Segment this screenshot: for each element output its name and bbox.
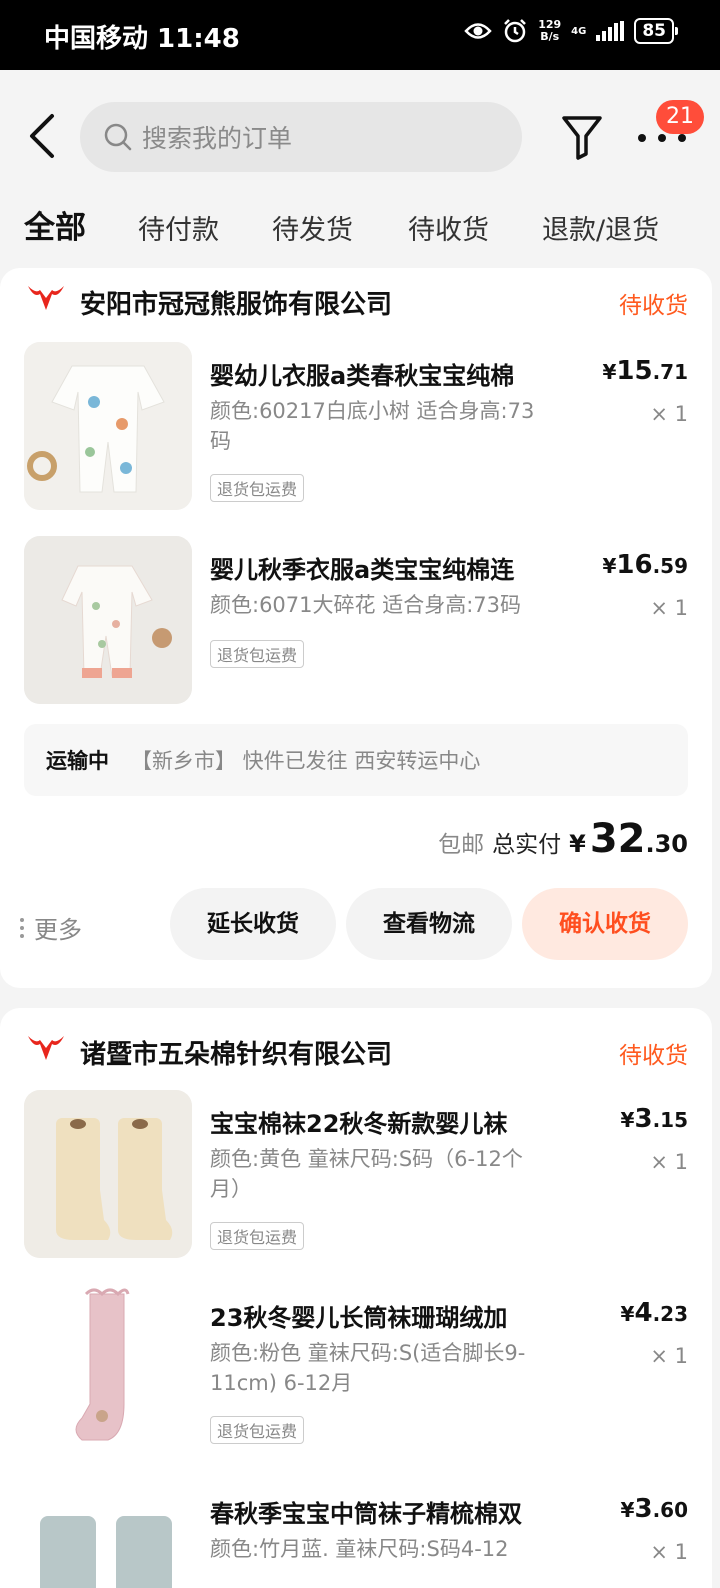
order-status: 待收货 (619, 1043, 688, 1069)
search-placeholder: 搜索我的订单 (142, 124, 293, 153)
battery-icon: 85 (634, 18, 678, 44)
carrier-time: 中国移动 11:48 (44, 24, 240, 54)
order-item[interactable]: 婴幼儿衣服a类春秋宝宝纯棉 颜色:60217白底小树 适合身高:73码 退货包运… (0, 342, 712, 522)
order-total: 包邮 总实付 ¥ 32 .30 (438, 816, 688, 862)
price-symbol: ¥ (602, 554, 617, 578)
price-dec: .15 (652, 1108, 688, 1132)
extend-receipt-button[interactable]: 延长收货 (170, 888, 336, 960)
return-shipping-tag: 退货包运费 (210, 1416, 305, 1444)
logistics-status: 运输中 (46, 749, 109, 773)
price-int: 3 (634, 1494, 653, 1524)
product-image[interactable] (24, 1480, 192, 1588)
product-spec: 颜色:60217白底小树 适合身高:73码 (210, 399, 535, 453)
order-item[interactable]: 婴儿秋季衣服a类宝宝纯棉连 颜色:6071大碎花 适合身高:73码 退货包运费 … (0, 536, 712, 716)
return-shipping-tag: 退货包运费 (210, 640, 305, 668)
product-title: 春秋季宝宝中筒袜子精梳棉双 (210, 1500, 522, 1528)
product-title: 婴儿秋季衣服a类宝宝纯棉连 (210, 556, 515, 584)
header: 搜索我的订单 21 全部 待付款 待发货 待收货 退款/退货 (0, 70, 720, 270)
return-shipping-tag: 退货包运费 (210, 474, 305, 502)
shop-name[interactable]: 诸暨市五朵棉针织有限公司 (80, 1034, 392, 1071)
product-price: ¥4.23 (621, 1298, 688, 1328)
logistics-info[interactable]: 运输中 【新乡市】 快件已发往 西安转运中心 (24, 724, 688, 796)
product-price: ¥16.59 (602, 550, 688, 580)
total-int: 32 (589, 816, 646, 862)
total-symbol: ¥ (569, 830, 586, 858)
price-dec: .71 (652, 360, 688, 384)
view-logistics-button[interactable]: 查看物流 (346, 888, 512, 960)
product-title: 婴幼儿衣服a类春秋宝宝纯棉 (210, 362, 515, 390)
shop-logo-icon (28, 1036, 64, 1060)
total-label: 总实付 (492, 832, 562, 858)
status-bar: 中国移动 11:48 129 B/s 4G 85 (0, 0, 720, 70)
product-spec: 颜色:6071大碎花 适合身高:73码 (210, 593, 521, 617)
product-price: ¥15.71 (602, 356, 688, 386)
product-spec: 颜色:粉色 童袜尺码:S(适合脚长9-11cm) 6-12月 (210, 1341, 526, 1395)
tab-pending-shipment[interactable]: 待发货 (272, 208, 353, 247)
network-type: 4G (571, 25, 587, 37)
tab-pending-receipt[interactable]: 待收货 (408, 208, 489, 247)
order-actions: 更多 延长收货 查看物流 确认收货 (0, 888, 712, 962)
vertical-dots-icon (20, 917, 24, 938)
net-speed: 129 B/s (538, 19, 561, 43)
product-price: ¥3.60 (621, 1494, 688, 1524)
order-card[interactable]: 诸暨市五朵棉针织有限公司 待收货 宝宝棉袜22秋冬新款婴儿袜 颜色:黄色 童袜尺… (0, 1008, 712, 1588)
price-dec: .59 (652, 554, 688, 578)
signal-bars-icon (596, 21, 625, 41)
product-title: 23秋冬婴儿长筒袜珊瑚绒加 (210, 1304, 508, 1332)
product-qty: × 1 (650, 1344, 688, 1368)
status-icons: 129 B/s 4G 85 (464, 18, 678, 44)
product-spec: 颜色:竹月蓝. 童袜尺码:S码4-12 (210, 1537, 509, 1561)
order-item[interactable]: 春秋季宝宝中筒袜子精梳棉双 颜色:竹月蓝. 童袜尺码:S码4-12 ¥3.60 … (0, 1480, 712, 1588)
search-icon (104, 123, 132, 151)
eye-icon (464, 23, 492, 39)
price-int: 3 (634, 1104, 653, 1134)
price-symbol: ¥ (620, 1108, 635, 1132)
net-speed-unit: B/s (540, 30, 560, 43)
product-qty: × 1 (650, 402, 688, 426)
product-image[interactable] (24, 536, 192, 704)
order-tabs: 全部 待付款 待发货 待收货 退款/退货 (0, 200, 720, 250)
tab-all[interactable]: 全部 (24, 202, 86, 247)
product-qty: × 1 (650, 1150, 688, 1174)
product-image[interactable] (24, 1284, 192, 1452)
price-dec: .60 (652, 1498, 688, 1522)
order-item[interactable]: 23秋冬婴儿长筒袜珊瑚绒加 颜色:粉色 童袜尺码:S(适合脚长9-11cm) 6… (0, 1284, 712, 1464)
product-qty: × 1 (650, 596, 688, 620)
back-icon[interactable] (24, 110, 60, 162)
shop-logo-icon (28, 286, 64, 310)
more-actions-label: 更多 (34, 916, 82, 944)
free-shipping-label: 包邮 (438, 832, 485, 858)
filter-icon[interactable] (560, 112, 604, 162)
product-image[interactable] (24, 1090, 192, 1258)
shop-name[interactable]: 安阳市冠冠熊服饰有限公司 (80, 284, 392, 321)
product-spec: 颜色:黄色 童袜尺码:S码（6-12个月） (210, 1147, 523, 1201)
product-image[interactable] (24, 342, 192, 510)
price-int: 4 (634, 1298, 653, 1328)
logistics-text: 【新乡市】 快件已发往 西安转运中心 (131, 749, 481, 773)
return-shipping-tag: 退货包运费 (210, 1222, 305, 1250)
order-item[interactable]: 宝宝棉袜22秋冬新款婴儿袜 颜色:黄色 童袜尺码:S码（6-12个月） 退货包运… (0, 1090, 712, 1270)
tab-refund[interactable]: 退款/退货 (542, 208, 659, 247)
product-qty: × 1 (650, 1540, 688, 1564)
price-int: 16 (616, 550, 653, 580)
price-symbol: ¥ (620, 1302, 635, 1326)
price-symbol: ¥ (620, 1498, 635, 1522)
product-price: ¥3.15 (621, 1104, 688, 1134)
price-dec: .23 (652, 1302, 688, 1326)
price-int: 15 (616, 356, 653, 386)
product-title: 宝宝棉袜22秋冬新款婴儿袜 (210, 1110, 508, 1138)
search-input[interactable]: 搜索我的订单 (80, 102, 522, 172)
order-card[interactable]: 安阳市冠冠熊服饰有限公司 待收货 婴幼儿衣服a类春秋宝宝纯棉 颜色:60217白… (0, 268, 712, 988)
alarm-icon (504, 19, 527, 43)
tab-pending-payment[interactable]: 待付款 (138, 208, 219, 247)
confirm-receipt-button[interactable]: 确认收货 (522, 888, 688, 960)
more-actions-button[interactable]: 更多 (20, 910, 82, 945)
price-symbol: ¥ (602, 360, 617, 384)
order-status: 待收货 (619, 293, 688, 319)
notification-badge: 21 (656, 100, 704, 134)
total-dec: .30 (645, 830, 688, 858)
